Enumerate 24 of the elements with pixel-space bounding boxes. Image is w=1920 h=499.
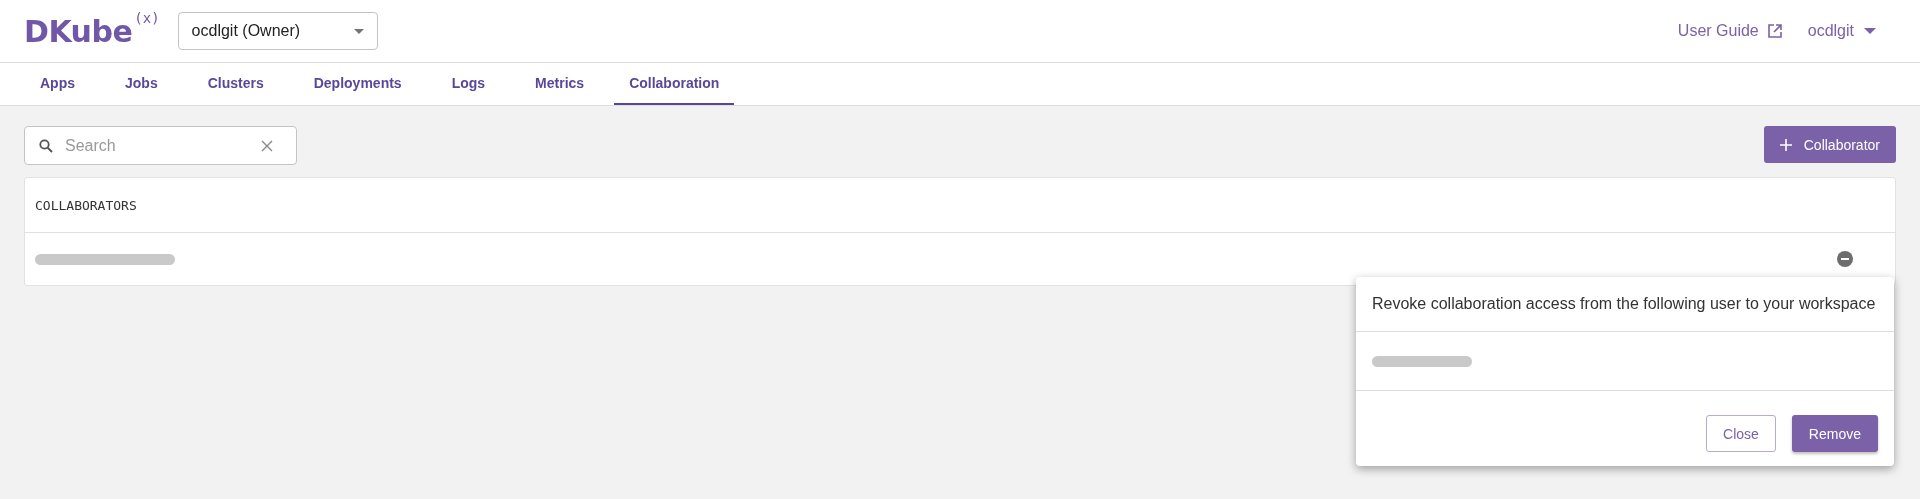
tab[interactable]: Metrics — [515, 63, 605, 105]
tab[interactable]: Collaboration — [614, 63, 735, 105]
caret-icon — [1864, 28, 1876, 34]
user-guide-link[interactable]: User Guide — [1677, 22, 1782, 40]
search-icon — [39, 139, 53, 153]
user-menu[interactable]: ocdlgit — [1807, 22, 1876, 40]
remove-button[interactable]: Remove — [1791, 415, 1878, 452]
search-field[interactable]: Search — [24, 126, 297, 165]
tab[interactable]: Deployments — [293, 63, 422, 105]
caret-icon — [353, 28, 364, 34]
close-button[interactable]: Close — [1706, 415, 1776, 452]
tab[interactable]: Apps — [20, 63, 95, 105]
plus-icon — [1779, 138, 1792, 151]
logo: DKube$^{(x)}$ — [24, 13, 160, 49]
tab[interactable]: Jobs — [105, 63, 178, 105]
external-link-icon — [1767, 24, 1782, 38]
add-collaborator-button[interactable]: Collaborator — [1763, 126, 1896, 163]
clear-icon[interactable] — [261, 140, 273, 152]
popover-message: Revoke collaboration access from the following user to your workspace — [1372, 295, 1876, 313]
column-header: COLLABORATORS — [35, 197, 137, 213]
workspace-dropdown[interactable]: ocdlgit (Owner) — [177, 12, 378, 50]
tab[interactable]: Logs — [431, 63, 506, 105]
tab[interactable]: Clusters — [187, 63, 284, 105]
remove-icon[interactable] — [1837, 251, 1853, 267]
